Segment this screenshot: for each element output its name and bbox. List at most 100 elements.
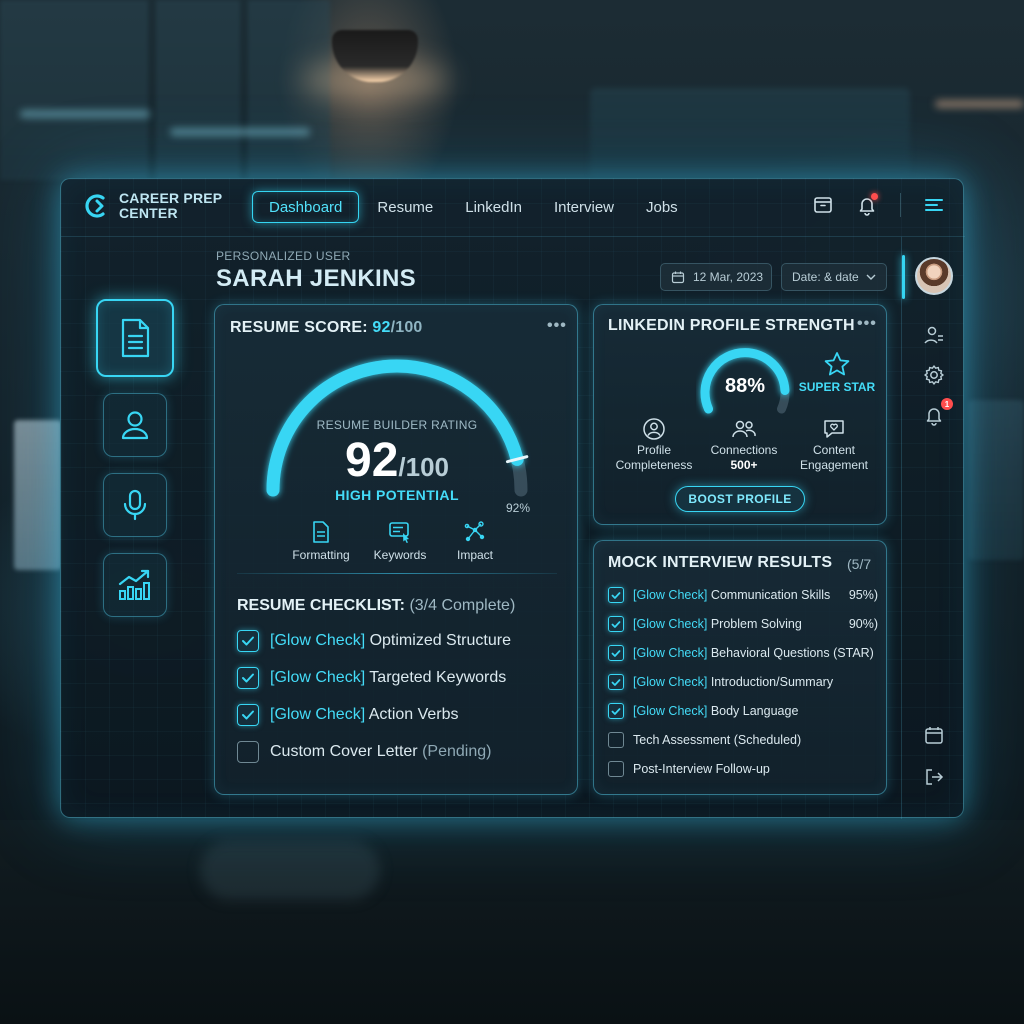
- checkbox-checked[interactable]: [237, 704, 259, 726]
- metric-formatting[interactable]: Formatting: [281, 519, 361, 562]
- background-light: [170, 128, 310, 136]
- background-light: [935, 100, 1024, 108]
- checklist-item[interactable]: Custom Cover Letter (Pending): [237, 741, 491, 763]
- logout-button[interactable]: [920, 763, 948, 791]
- chevron-down-icon: [866, 274, 876, 280]
- main-nav: Dashboard Resume LinkedIn Interview Jobs: [252, 191, 694, 223]
- linkedin-card-menu[interactable]: •••: [857, 315, 877, 333]
- avatar[interactable]: [915, 257, 953, 295]
- checklist-item-label: Optimized Structure: [365, 632, 511, 649]
- mock-result-row[interactable]: [Glow Check] Introduction/Summary: [608, 674, 878, 690]
- brand-logo[interactable]: CAREER PREP CENTER: [81, 191, 222, 221]
- linkedin-strength-value: 88%: [724, 375, 766, 397]
- metric-label: Formatting: [292, 548, 350, 562]
- checkbox-checked[interactable]: [237, 667, 259, 689]
- calendar-icon: [925, 727, 943, 744]
- background-chair: [200, 840, 380, 900]
- checkbox-unchecked[interactable]: [608, 761, 624, 777]
- gauge-value: 92/100: [215, 433, 579, 488]
- sidebar-item-analytics[interactable]: [103, 553, 167, 617]
- menu-icon[interactable]: [923, 194, 945, 216]
- card-divider: [237, 573, 557, 574]
- mock-result-row[interactable]: [Glow Check] Behavioral Questions (STAR): [608, 645, 878, 661]
- nav-jobs[interactable]: Jobs: [630, 191, 694, 223]
- dashboard-window: CAREER PREP CENTER Dashboard Resume Link…: [60, 178, 965, 819]
- checklist-title: RESUME CHECKLIST: (3/4 Complete): [237, 597, 515, 615]
- glow-check-tag: [Glow Check]: [270, 632, 366, 649]
- glow-check-tag: [Glow Check]: [633, 704, 708, 718]
- background-window: [0, 0, 330, 180]
- sidebar-item-resume[interactable]: [96, 299, 174, 377]
- career-logo-icon: [85, 194, 105, 218]
- sidebar-item-profile[interactable]: [103, 393, 167, 457]
- gauge-rating-label: RESUME BUILDER RATING: [316, 418, 478, 432]
- checkbox-checked[interactable]: [608, 587, 624, 603]
- nav-resume[interactable]: Resume: [361, 191, 449, 223]
- checkbox-checked[interactable]: [237, 630, 259, 652]
- nav-linkedin[interactable]: LinkedIn: [449, 191, 538, 223]
- date-display[interactable]: 12 Mar, 2023: [660, 263, 772, 291]
- user-icon: [121, 411, 149, 440]
- nav-interview[interactable]: Interview: [538, 191, 630, 223]
- checklist-item[interactable]: [Glow Check] Targeted Keywords: [237, 667, 506, 689]
- metric-keywords[interactable]: Keywords: [360, 519, 440, 562]
- background-light: [20, 110, 150, 118]
- mock-result-row[interactable]: [Glow Check] Problem Solving 90%): [608, 616, 878, 632]
- checkbox-checked[interactable]: [608, 703, 624, 719]
- date-select-label: Date: & date: [792, 270, 859, 284]
- brand-name: CAREER PREP CENTER: [119, 191, 222, 221]
- checkbox-checked[interactable]: [608, 674, 624, 690]
- mock-row-label: Tech Assessment (Scheduled): [633, 733, 802, 747]
- sidebar-item-interview[interactable]: [103, 473, 167, 537]
- metric-impact[interactable]: Impact: [435, 519, 515, 562]
- checklist-item[interactable]: [Glow Check] Optimized Structure: [237, 630, 511, 652]
- connections-label: Connections: [710, 443, 778, 457]
- resume-score-max: /100: [390, 319, 423, 336]
- checkmark-icon: [242, 636, 254, 646]
- settings-button[interactable]: [920, 361, 948, 389]
- checkbox-unchecked[interactable]: [608, 732, 624, 748]
- checklist-title-text: RESUME CHECKLIST:: [237, 597, 410, 614]
- notifications-button[interactable]: [856, 193, 878, 216]
- document-icon: [121, 318, 150, 358]
- checkbox-unchecked[interactable]: [237, 741, 259, 763]
- mock-row-label: Problem Solving: [707, 617, 802, 631]
- resume-score-value: 92: [372, 319, 391, 336]
- mock-interview-card: MOCK INTERVIEW RESULTS (5/7 [Glow Check]…: [593, 540, 887, 795]
- nav-dashboard[interactable]: Dashboard: [252, 191, 360, 223]
- content-engagement[interactable]: Content Engagement: [786, 417, 882, 473]
- checkbox-checked[interactable]: [608, 645, 624, 661]
- profile-completeness-label: Profile: [636, 443, 671, 457]
- star-icon: [824, 352, 850, 376]
- background-monitor: [590, 88, 910, 178]
- boost-profile-button[interactable]: BOOST PROFILE: [675, 486, 805, 512]
- profile-completeness[interactable]: Profile Completeness: [606, 417, 702, 473]
- linkedin-card-title: LINKEDIN PROFILE STRENGTH: [608, 317, 855, 334]
- mock-result-row[interactable]: Tech Assessment (Scheduled): [608, 732, 878, 748]
- checkbox-checked[interactable]: [608, 616, 624, 632]
- team-button[interactable]: [920, 321, 948, 349]
- user-subtitle: PERSONALIZED USER: [216, 249, 351, 263]
- mock-row-label: Post-Interview Follow-up: [633, 762, 770, 776]
- connections-stat[interactable]: Connections 500+: [696, 417, 792, 473]
- glow-check-tag: [Glow Check]: [633, 646, 708, 660]
- alerts-button[interactable]: 1: [920, 398, 953, 429]
- checklist-item-label: Action Verbs: [365, 706, 459, 723]
- checklist-item[interactable]: [Glow Check] Action Verbs: [237, 704, 459, 726]
- date-range-select[interactable]: Date: & date: [781, 263, 887, 291]
- chat-heart-icon: [824, 420, 844, 438]
- metric-label: Impact: [456, 548, 493, 562]
- calendar-button[interactable]: [920, 721, 948, 749]
- glow-check-tag: [Glow Check]: [633, 617, 708, 631]
- active-indicator: [902, 255, 905, 299]
- mock-result-row[interactable]: [Glow Check] Body Language: [608, 703, 878, 719]
- glow-check-tag: [Glow Check]: [270, 669, 366, 686]
- mock-result-row[interactable]: Post-Interview Follow-up: [608, 761, 878, 777]
- connections-count: 500+: [730, 458, 758, 472]
- mock-result-row[interactable]: [Glow Check] Communication Skills 95%): [608, 587, 878, 603]
- keyword-cursor-icon: [389, 522, 409, 543]
- glow-check-tag: [Glow Check]: [633, 588, 708, 602]
- archive-icon[interactable]: [812, 194, 834, 216]
- resume-card-menu[interactable]: •••: [547, 317, 567, 335]
- checkmark-icon: [242, 673, 254, 683]
